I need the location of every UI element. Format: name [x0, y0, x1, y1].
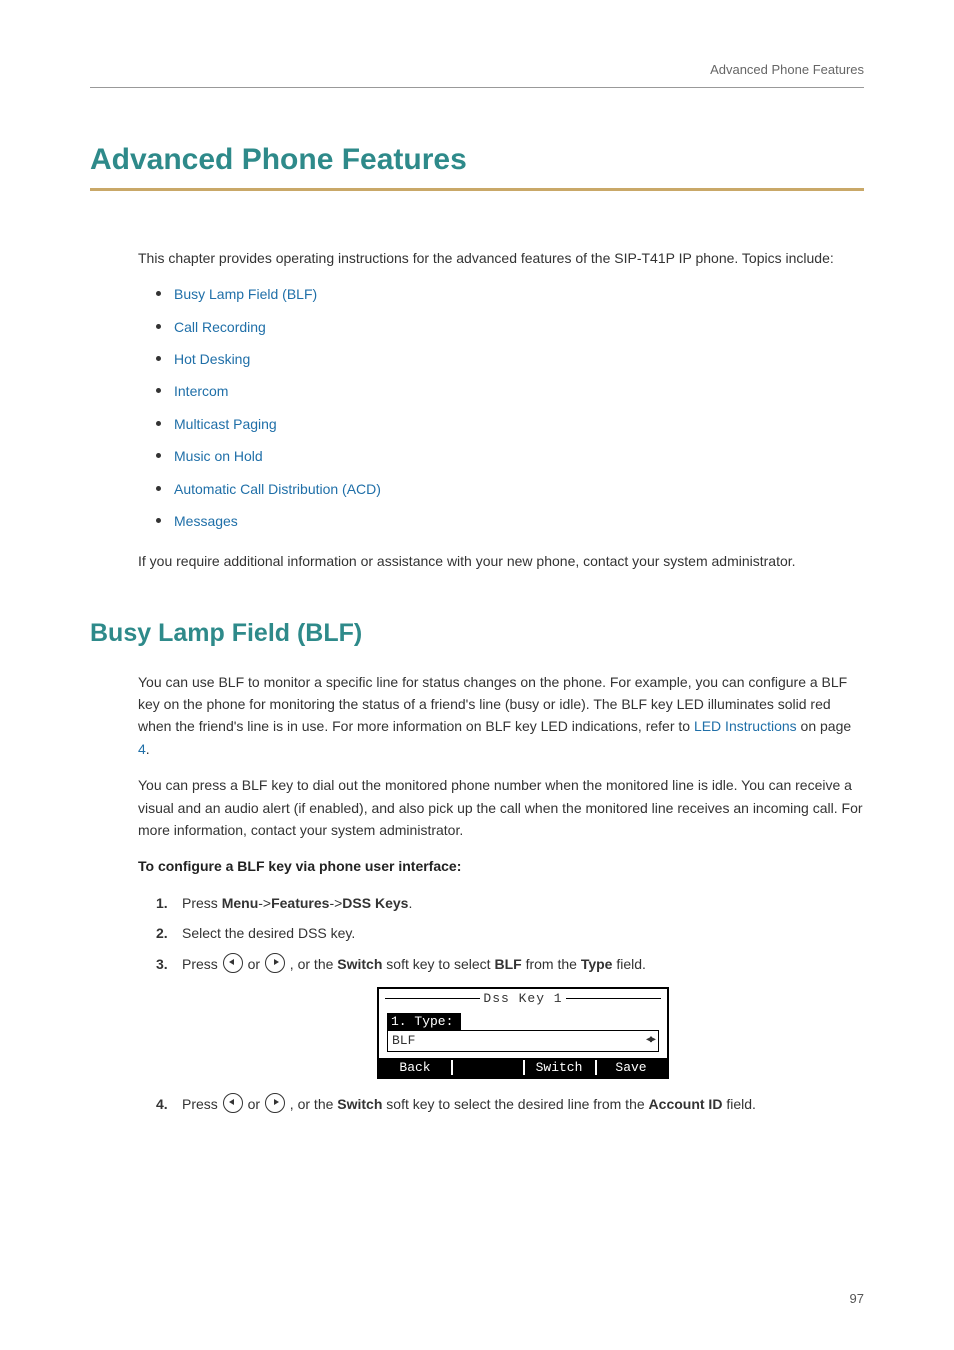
link-multicast-paging[interactable]: Multicast Paging	[174, 416, 277, 432]
step-4: Press or , or the Switch soft key to sel…	[156, 1093, 864, 1115]
phone-softkey-row: Back Switch Save	[379, 1058, 667, 1078]
left-arrow-icon	[223, 1093, 243, 1113]
phone-field-value: BLF ◀▶	[387, 1030, 659, 1052]
link-call-recording[interactable]: Call Recording	[174, 319, 266, 335]
softkey-empty	[451, 1058, 523, 1078]
step-1: Press Menu->Features->DSS Keys.	[156, 892, 864, 914]
list-item: Call Recording	[156, 316, 864, 338]
post-toc-paragraph: If you require additional information or…	[138, 550, 864, 572]
procedure-heading: To configure a BLF key via phone user in…	[138, 855, 864, 877]
list-item: Hot Desking	[156, 348, 864, 370]
softkey-switch: Switch	[523, 1058, 595, 1078]
section-title-blf: Busy Lamp Field (BLF)	[90, 613, 864, 653]
page-number: 97	[850, 1289, 864, 1310]
link-led-instructions[interactable]: LED Instructions	[694, 718, 797, 734]
softkey-back: Back	[379, 1058, 451, 1078]
intro-paragraph: This chapter provides operating instruct…	[138, 247, 864, 269]
phone-field-label: 1. Type:	[387, 1013, 461, 1031]
left-arrow-icon	[223, 953, 243, 973]
link-music-on-hold[interactable]: Music on Hold	[174, 448, 263, 464]
step-3: Press or , or the Switch soft key to sel…	[156, 953, 864, 1080]
link-intercom[interactable]: Intercom	[174, 383, 228, 399]
right-arrow-icon	[265, 953, 285, 973]
link-blf[interactable]: Busy Lamp Field (BLF)	[174, 286, 317, 302]
list-item: Music on Hold	[156, 445, 864, 467]
left-right-icon: ◀▶	[646, 1035, 654, 1047]
link-page-4[interactable]: 4	[138, 741, 146, 757]
right-arrow-icon	[265, 1093, 285, 1113]
phone-screen-title: Dss Key 1	[379, 989, 667, 1007]
procedure-steps: Press Menu->Features->DSS Keys. Select t…	[156, 892, 864, 1116]
link-hot-desking[interactable]: Hot Desking	[174, 351, 250, 367]
phone-screen-figure: Dss Key 1 1. Type: BLF ◀▶ Back Switch Sa…	[377, 987, 669, 1079]
link-acd[interactable]: Automatic Call Distribution (ACD)	[174, 481, 381, 497]
topic-list: Busy Lamp Field (BLF) Call Recording Hot…	[138, 283, 864, 532]
link-messages[interactable]: Messages	[174, 513, 238, 529]
list-item: Busy Lamp Field (BLF)	[156, 283, 864, 305]
step-2: Select the desired DSS key.	[156, 922, 864, 944]
list-item: Automatic Call Distribution (ACD)	[156, 478, 864, 500]
blf-paragraph-1: You can use BLF to monitor a specific li…	[138, 671, 864, 761]
blf-paragraph-2: You can press a BLF key to dial out the …	[138, 774, 864, 841]
list-item: Multicast Paging	[156, 413, 864, 435]
running-header: Advanced Phone Features	[90, 60, 864, 88]
softkey-save: Save	[595, 1058, 667, 1078]
list-item: Messages	[156, 510, 864, 532]
list-item: Intercom	[156, 380, 864, 402]
chapter-title: Advanced Phone Features	[90, 136, 864, 191]
